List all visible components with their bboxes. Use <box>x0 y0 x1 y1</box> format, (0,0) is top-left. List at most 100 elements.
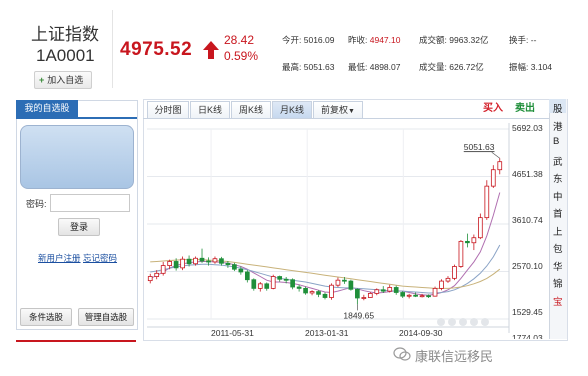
candle <box>270 274 276 290</box>
candle-body <box>244 271 250 281</box>
candle-body <box>335 279 341 286</box>
index-name: 上证指数 <box>31 25 99 44</box>
candle <box>322 292 328 300</box>
side-tab[interactable]: 股 <box>553 101 563 115</box>
candle-body <box>270 276 276 289</box>
candle-body <box>296 286 302 289</box>
candle-body <box>232 264 237 270</box>
tab-daily-k[interactable]: 日K线 <box>190 101 230 119</box>
side-tab[interactable]: B <box>553 136 559 147</box>
index-code: 1A0001 <box>36 46 95 65</box>
side-tab[interactable]: 中 <box>553 189 563 203</box>
watermark: 康联信远移民 <box>415 349 494 364</box>
candle-body <box>290 279 295 288</box>
candle-body <box>484 185 490 219</box>
kline-chart[interactable]: 5692.03 4651.38 3610.74 2570.10 1529.45 1774.… <box>143 119 549 339</box>
tab-intraday[interactable]: 分时图 <box>147 101 189 119</box>
stat-item: 换手: -- <box>509 34 536 46</box>
candle <box>355 288 360 305</box>
y-tick-label: 5692.03 <box>512 123 543 133</box>
stat-label: 昨收: <box>348 35 370 45</box>
tab-monthly-k[interactable]: 月K线 <box>272 101 312 119</box>
candle <box>458 240 464 268</box>
header-divider <box>112 10 113 88</box>
y-tick-label: 1529.45 <box>512 307 543 317</box>
candle <box>484 180 490 220</box>
candle-body <box>219 258 224 264</box>
password-field[interactable] <box>50 194 130 212</box>
stat-label: 最低: <box>348 62 370 72</box>
candle-body <box>406 294 412 297</box>
chart-grid <box>147 123 510 333</box>
sell-button[interactable]: 卖出 <box>515 99 535 114</box>
high-marker <box>491 151 500 159</box>
candle-body <box>154 272 160 277</box>
manage-watchlist-button[interactable]: 管理自选股 <box>78 308 134 326</box>
tab-weekly-k[interactable]: 周K线 <box>231 101 271 119</box>
candle-body <box>413 294 418 297</box>
side-tab[interactable]: 包 <box>553 241 563 255</box>
pan-right-icon <box>470 318 478 326</box>
candle-body <box>283 278 289 281</box>
plus-icon: + <box>39 75 45 85</box>
reset-icon <box>481 318 489 326</box>
candle <box>348 279 354 291</box>
tab-my-watchlist[interactable]: 我的自选股 <box>16 100 78 117</box>
stat-item: 最高: 5051.63 <box>282 61 334 73</box>
side-tab[interactable]: 锦 <box>553 276 563 290</box>
candle <box>490 165 496 188</box>
side-tab[interactable]: 首 <box>553 206 563 220</box>
forgot-password-link[interactable]: 忘记密码 <box>83 252 117 264</box>
candle <box>471 234 477 251</box>
candle-body <box>264 283 270 289</box>
ma-mid-line <box>150 244 501 294</box>
candle-body <box>212 258 218 263</box>
candle <box>361 294 367 301</box>
stat-item: 成交额: 9963.32亿 <box>419 34 488 46</box>
candle <box>277 275 283 282</box>
chevron-down-icon: ▼ <box>348 108 355 115</box>
side-tab[interactable]: 上 <box>553 224 563 238</box>
login-button[interactable]: 登录 <box>58 218 100 236</box>
stat-label: 成交量: <box>419 62 450 72</box>
zoom-out-icon <box>437 318 445 326</box>
bottom-accent-rule <box>16 340 136 342</box>
stat-value: 626.72亿 <box>449 62 484 72</box>
candle-body <box>160 265 166 274</box>
candle-body <box>380 289 386 292</box>
add-to-watchlist-button[interactable]: + 加入自选 <box>34 71 92 89</box>
side-tab[interactable]: 武 <box>553 154 563 168</box>
stat-item: 最低: 4898.07 <box>348 61 400 73</box>
candle-body <box>316 291 321 295</box>
chart-annotations: 5051.63 1849.65 <box>343 142 500 320</box>
y-tick-label: 4651.38 <box>512 169 543 179</box>
quote-header <box>16 5 572 97</box>
candle-body <box>193 257 198 265</box>
candle <box>432 286 438 297</box>
y-axis-labels: 5692.03 4651.38 3610.74 2570.10 1529.45 1774.… <box>512 123 543 339</box>
candle <box>452 264 457 281</box>
tab-forward-adjusted[interactable]: 前复权▼ <box>313 101 363 119</box>
stat-value: 5016.09 <box>303 35 335 45</box>
side-tab[interactable]: 宝 <box>553 294 563 308</box>
buy-button[interactable]: 买入 <box>483 99 503 114</box>
register-link[interactable]: 新用户注册 <box>38 252 81 264</box>
price-change: 28.42 <box>224 33 255 47</box>
condition-screener-button[interactable]: 条件选股 <box>20 308 72 326</box>
candle <box>147 273 153 284</box>
side-tab[interactable]: 东 <box>553 171 563 185</box>
side-tab[interactable]: 港 <box>553 119 563 133</box>
stat-item: 成交量: 626.72亿 <box>419 61 484 73</box>
candle <box>309 290 315 296</box>
candle-body <box>452 266 457 279</box>
low-label: 1849.65 <box>343 310 374 320</box>
side-tab[interactable]: 华 <box>553 259 563 273</box>
pan-left-icon <box>459 318 467 326</box>
zoom-in-icon <box>448 318 456 326</box>
candle <box>160 261 166 276</box>
candle-body <box>400 292 406 297</box>
candle <box>296 284 302 292</box>
stat-value: -- <box>530 35 537 45</box>
candle <box>251 278 257 291</box>
candle-body <box>348 280 354 290</box>
